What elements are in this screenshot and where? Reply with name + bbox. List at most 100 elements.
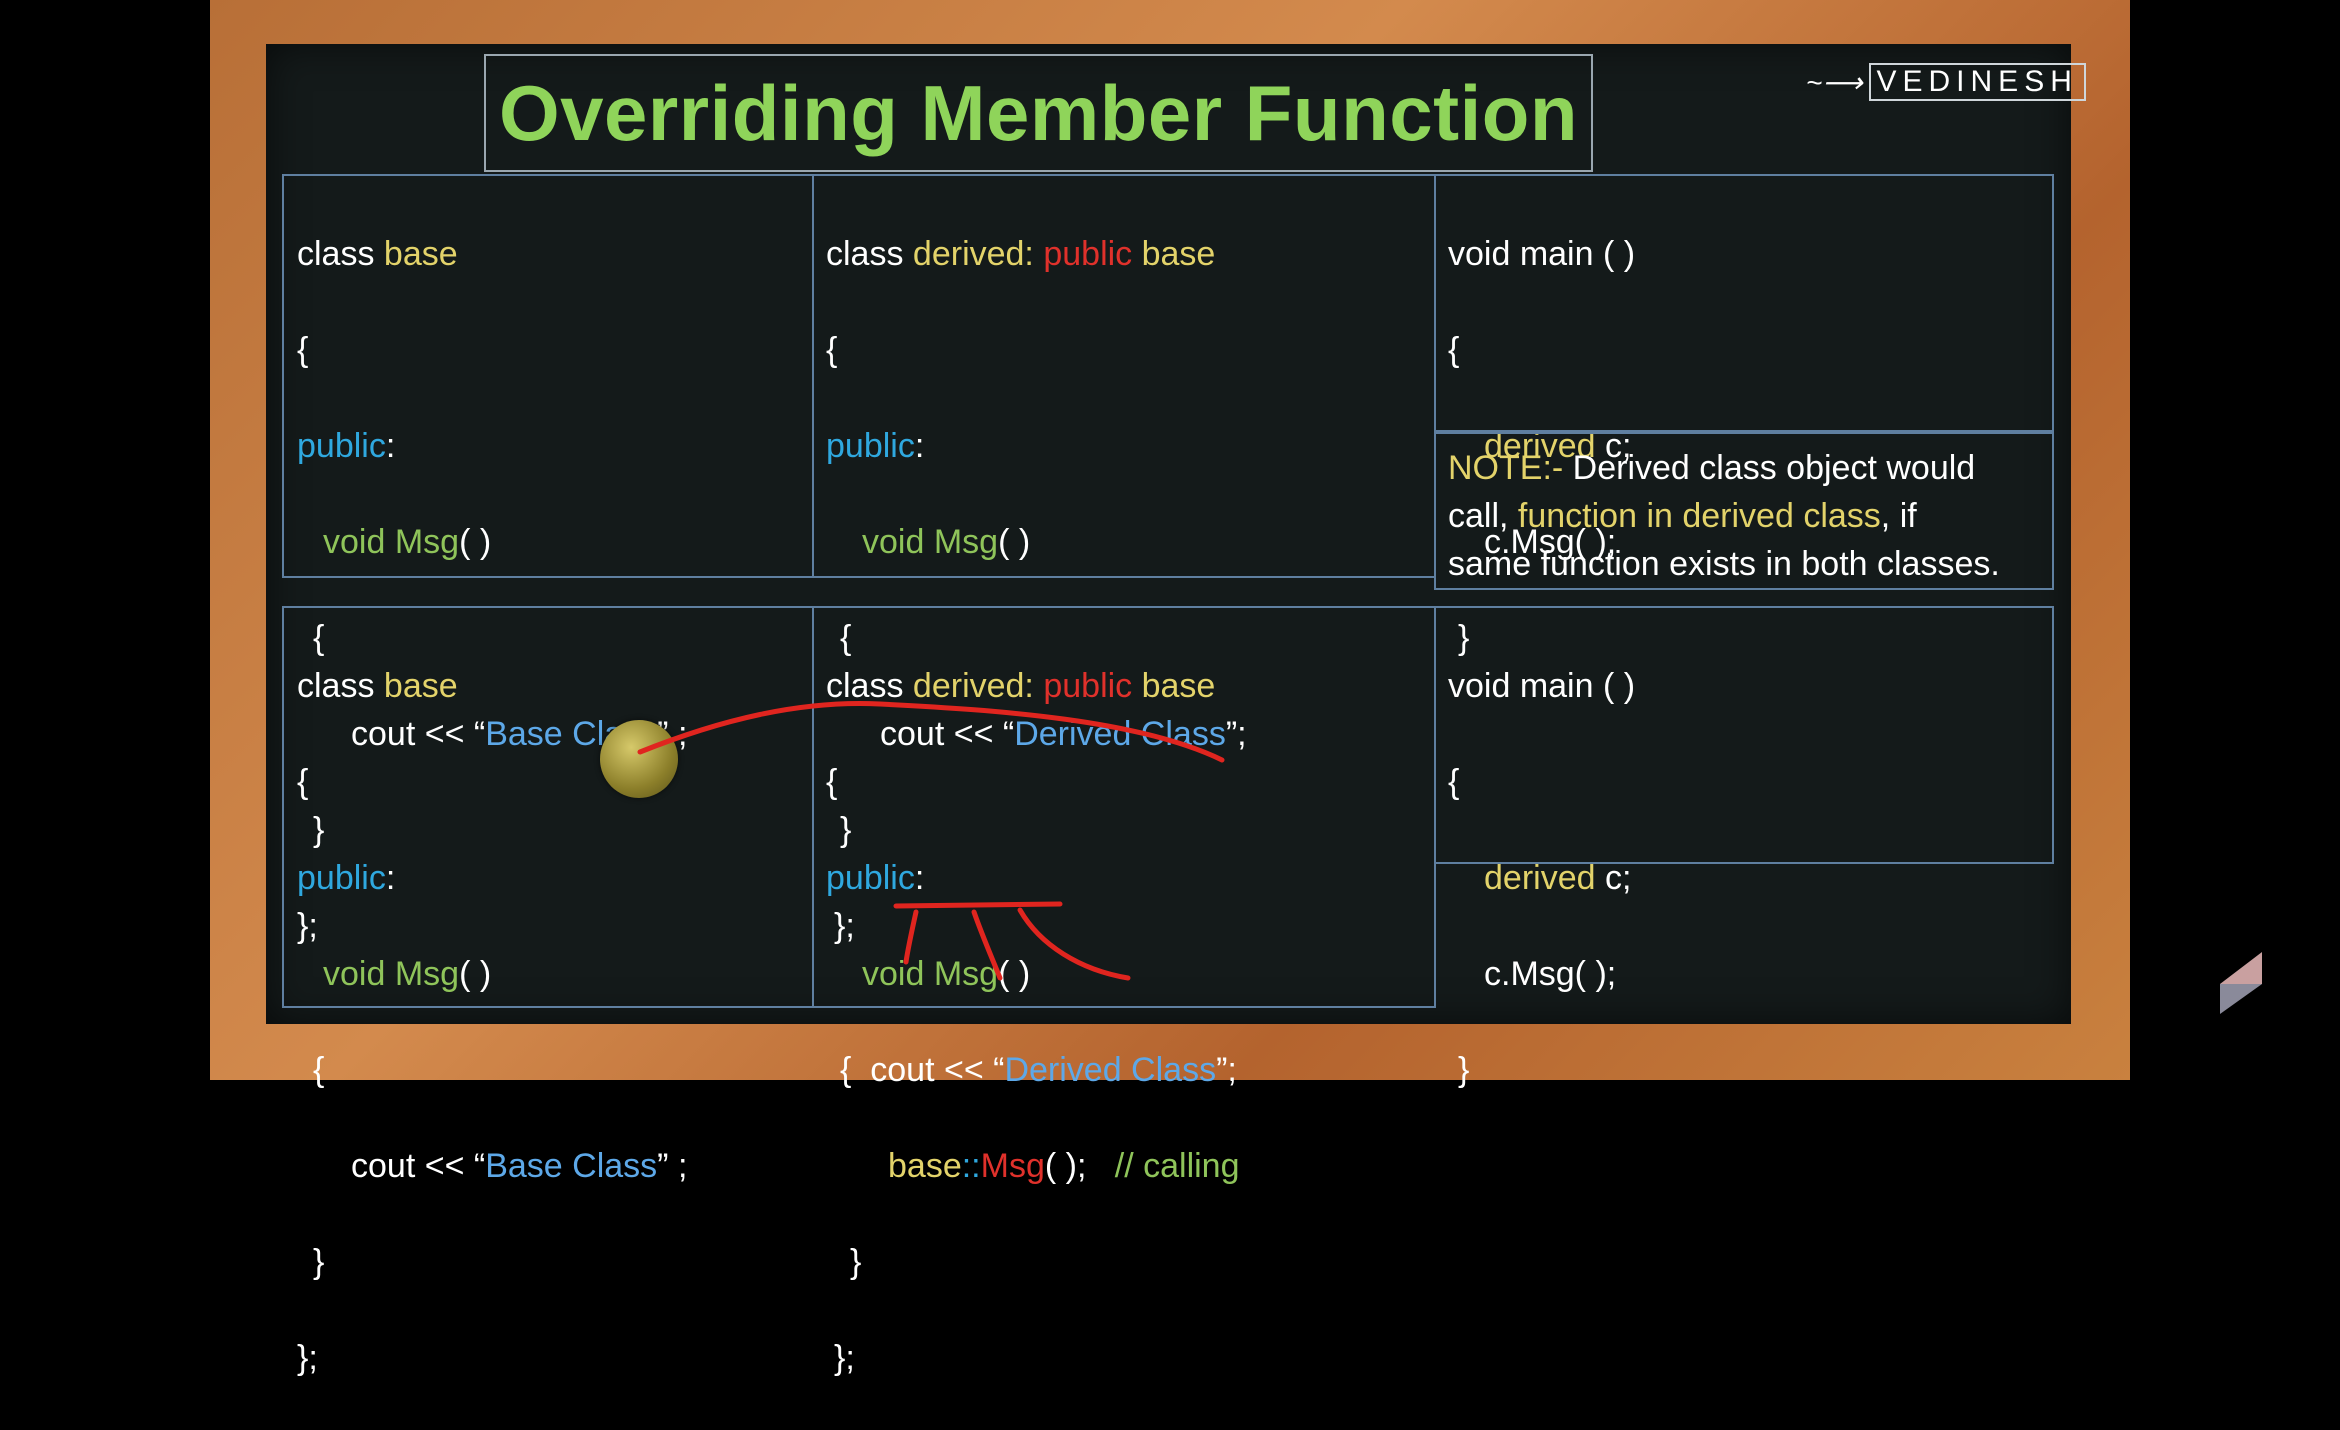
code-text: public — [297, 427, 386, 465]
code-line: public: — [826, 422, 1247, 470]
code-text: }; — [834, 1339, 855, 1377]
code-text: derived: — [912, 667, 1034, 705]
code-line: { — [297, 1046, 687, 1094]
code-text: void — [862, 523, 934, 561]
code-line: class base — [297, 662, 687, 710]
code-text: } — [850, 1243, 862, 1281]
code-line: derived c; — [1448, 854, 1635, 902]
code-text: base — [383, 235, 458, 273]
code-text: ”; — [1216, 1051, 1237, 1089]
code-line: }; — [826, 1334, 1240, 1382]
code-line: }; — [297, 1334, 687, 1382]
code-line: class derived: public base — [826, 230, 1247, 278]
note-text: call, — [1448, 497, 1518, 535]
laser-pointer — [600, 720, 678, 798]
note-text: same function exists in both classes. — [1448, 545, 2000, 583]
code-text: derived: — [912, 235, 1034, 273]
code-line: c.Msg( ); — [1448, 950, 1635, 998]
code-text: class — [826, 235, 913, 273]
code-text: base — [888, 1147, 962, 1185]
code-line: cout << “Base Class” ; — [297, 1142, 687, 1190]
code-text: { — [1448, 331, 1460, 369]
code-text: Msg — [394, 955, 460, 993]
bottom-main-code: void main ( ) { derived c; c.Msg( ); } — [1448, 614, 1635, 1142]
code-text: Msg — [933, 955, 999, 993]
code-line: } — [1448, 1046, 1635, 1094]
code-text: ( ) — [459, 955, 492, 993]
code-text: derived — [1484, 859, 1596, 897]
logo-mark-icon: ~⟶ — [1806, 66, 1863, 98]
code-text: } — [313, 1243, 325, 1281]
code-text: Derived Class — [1004, 1051, 1217, 1089]
code-text: : — [914, 859, 925, 897]
code-text: public — [826, 859, 915, 897]
code-text: void — [862, 955, 934, 993]
code-line: void main ( ) — [1448, 230, 1635, 278]
code-text: ( ); — [1044, 1147, 1115, 1185]
code-line: class base — [297, 230, 687, 278]
note-text: , if — [1880, 497, 1917, 535]
note-text: Derived class object would — [1563, 449, 1976, 487]
code-text: Msg — [980, 1147, 1045, 1185]
code-text: ( ) — [998, 955, 1031, 993]
code-text: public — [826, 427, 915, 465]
code-text: public — [297, 859, 386, 897]
code-text: :: — [961, 1147, 981, 1185]
code-text: Base Class — [485, 1147, 658, 1185]
code-text: ” ; — [657, 1147, 688, 1185]
code-text: { — [1448, 763, 1460, 801]
code-text: } — [1458, 1051, 1470, 1089]
code-line: void main ( ) — [1448, 662, 1635, 710]
code-line: public: — [297, 854, 687, 902]
code-line: void Msg( ) — [826, 950, 1240, 998]
code-text: c.Msg( ); — [1484, 955, 1617, 993]
code-text: public — [1033, 667, 1133, 705]
code-line: { — [826, 326, 1247, 374]
code-text: class — [297, 667, 384, 705]
code-line: { cout << “Derived Class”; — [826, 1046, 1240, 1094]
slide-title: Overriding Member Function — [498, 68, 1579, 157]
code-text: { cout << “ — [840, 1051, 1005, 1089]
code-text: base — [1132, 667, 1216, 705]
code-text: : — [385, 859, 396, 897]
code-comment: // calling — [1114, 1147, 1240, 1185]
code-line: void Msg( ) — [297, 518, 687, 566]
code-text: void — [323, 955, 395, 993]
code-line: } — [826, 1238, 1240, 1286]
code-line: class derived: public base — [826, 662, 1240, 710]
code-text: ( ) — [998, 523, 1031, 561]
code-text: cout << “ — [351, 1147, 486, 1185]
note-line: same function exists in both classes. — [1448, 540, 2040, 588]
code-text: { — [826, 331, 838, 369]
title-box: Overriding Member Function — [484, 54, 1593, 172]
code-text: { — [297, 331, 309, 369]
note-line: call, function in derived class, if — [1448, 492, 2040, 540]
code-text: { — [313, 1051, 325, 1089]
code-text: class — [297, 235, 384, 273]
code-line: { — [1448, 326, 1635, 374]
code-text: void — [323, 523, 395, 561]
note-line: NOTE:- Derived class object would — [1448, 444, 2040, 492]
code-text: Msg — [933, 523, 999, 561]
code-text: : — [385, 427, 396, 465]
code-line: { — [826, 758, 1240, 806]
code-line: void Msg( ) — [826, 518, 1247, 566]
code-text: base — [1132, 235, 1216, 273]
logo-text: VEDINESH — [1868, 63, 2086, 101]
code-text: { — [826, 763, 838, 801]
code-line: { — [297, 326, 687, 374]
bottom-derived-code: class derived: public base { public: voi… — [826, 614, 1240, 1430]
code-line: { — [1448, 758, 1635, 806]
vedinesh-logo: ~⟶ VEDINESH — [1806, 62, 2086, 102]
code-line: public: — [297, 422, 687, 470]
code-line: void Msg( ) — [297, 950, 687, 998]
code-text: }; — [297, 1339, 318, 1377]
code-text: void main ( ) — [1448, 235, 1636, 273]
note-prefix: NOTE:- — [1448, 449, 1564, 487]
code-line: public: — [826, 854, 1240, 902]
code-line: base::Msg( ); // calling — [826, 1142, 1240, 1190]
player-watermark-icon[interactable] — [2218, 950, 2264, 1016]
code-text: base — [383, 667, 458, 705]
code-text: ( ) — [459, 523, 492, 561]
code-text: { — [297, 763, 309, 801]
